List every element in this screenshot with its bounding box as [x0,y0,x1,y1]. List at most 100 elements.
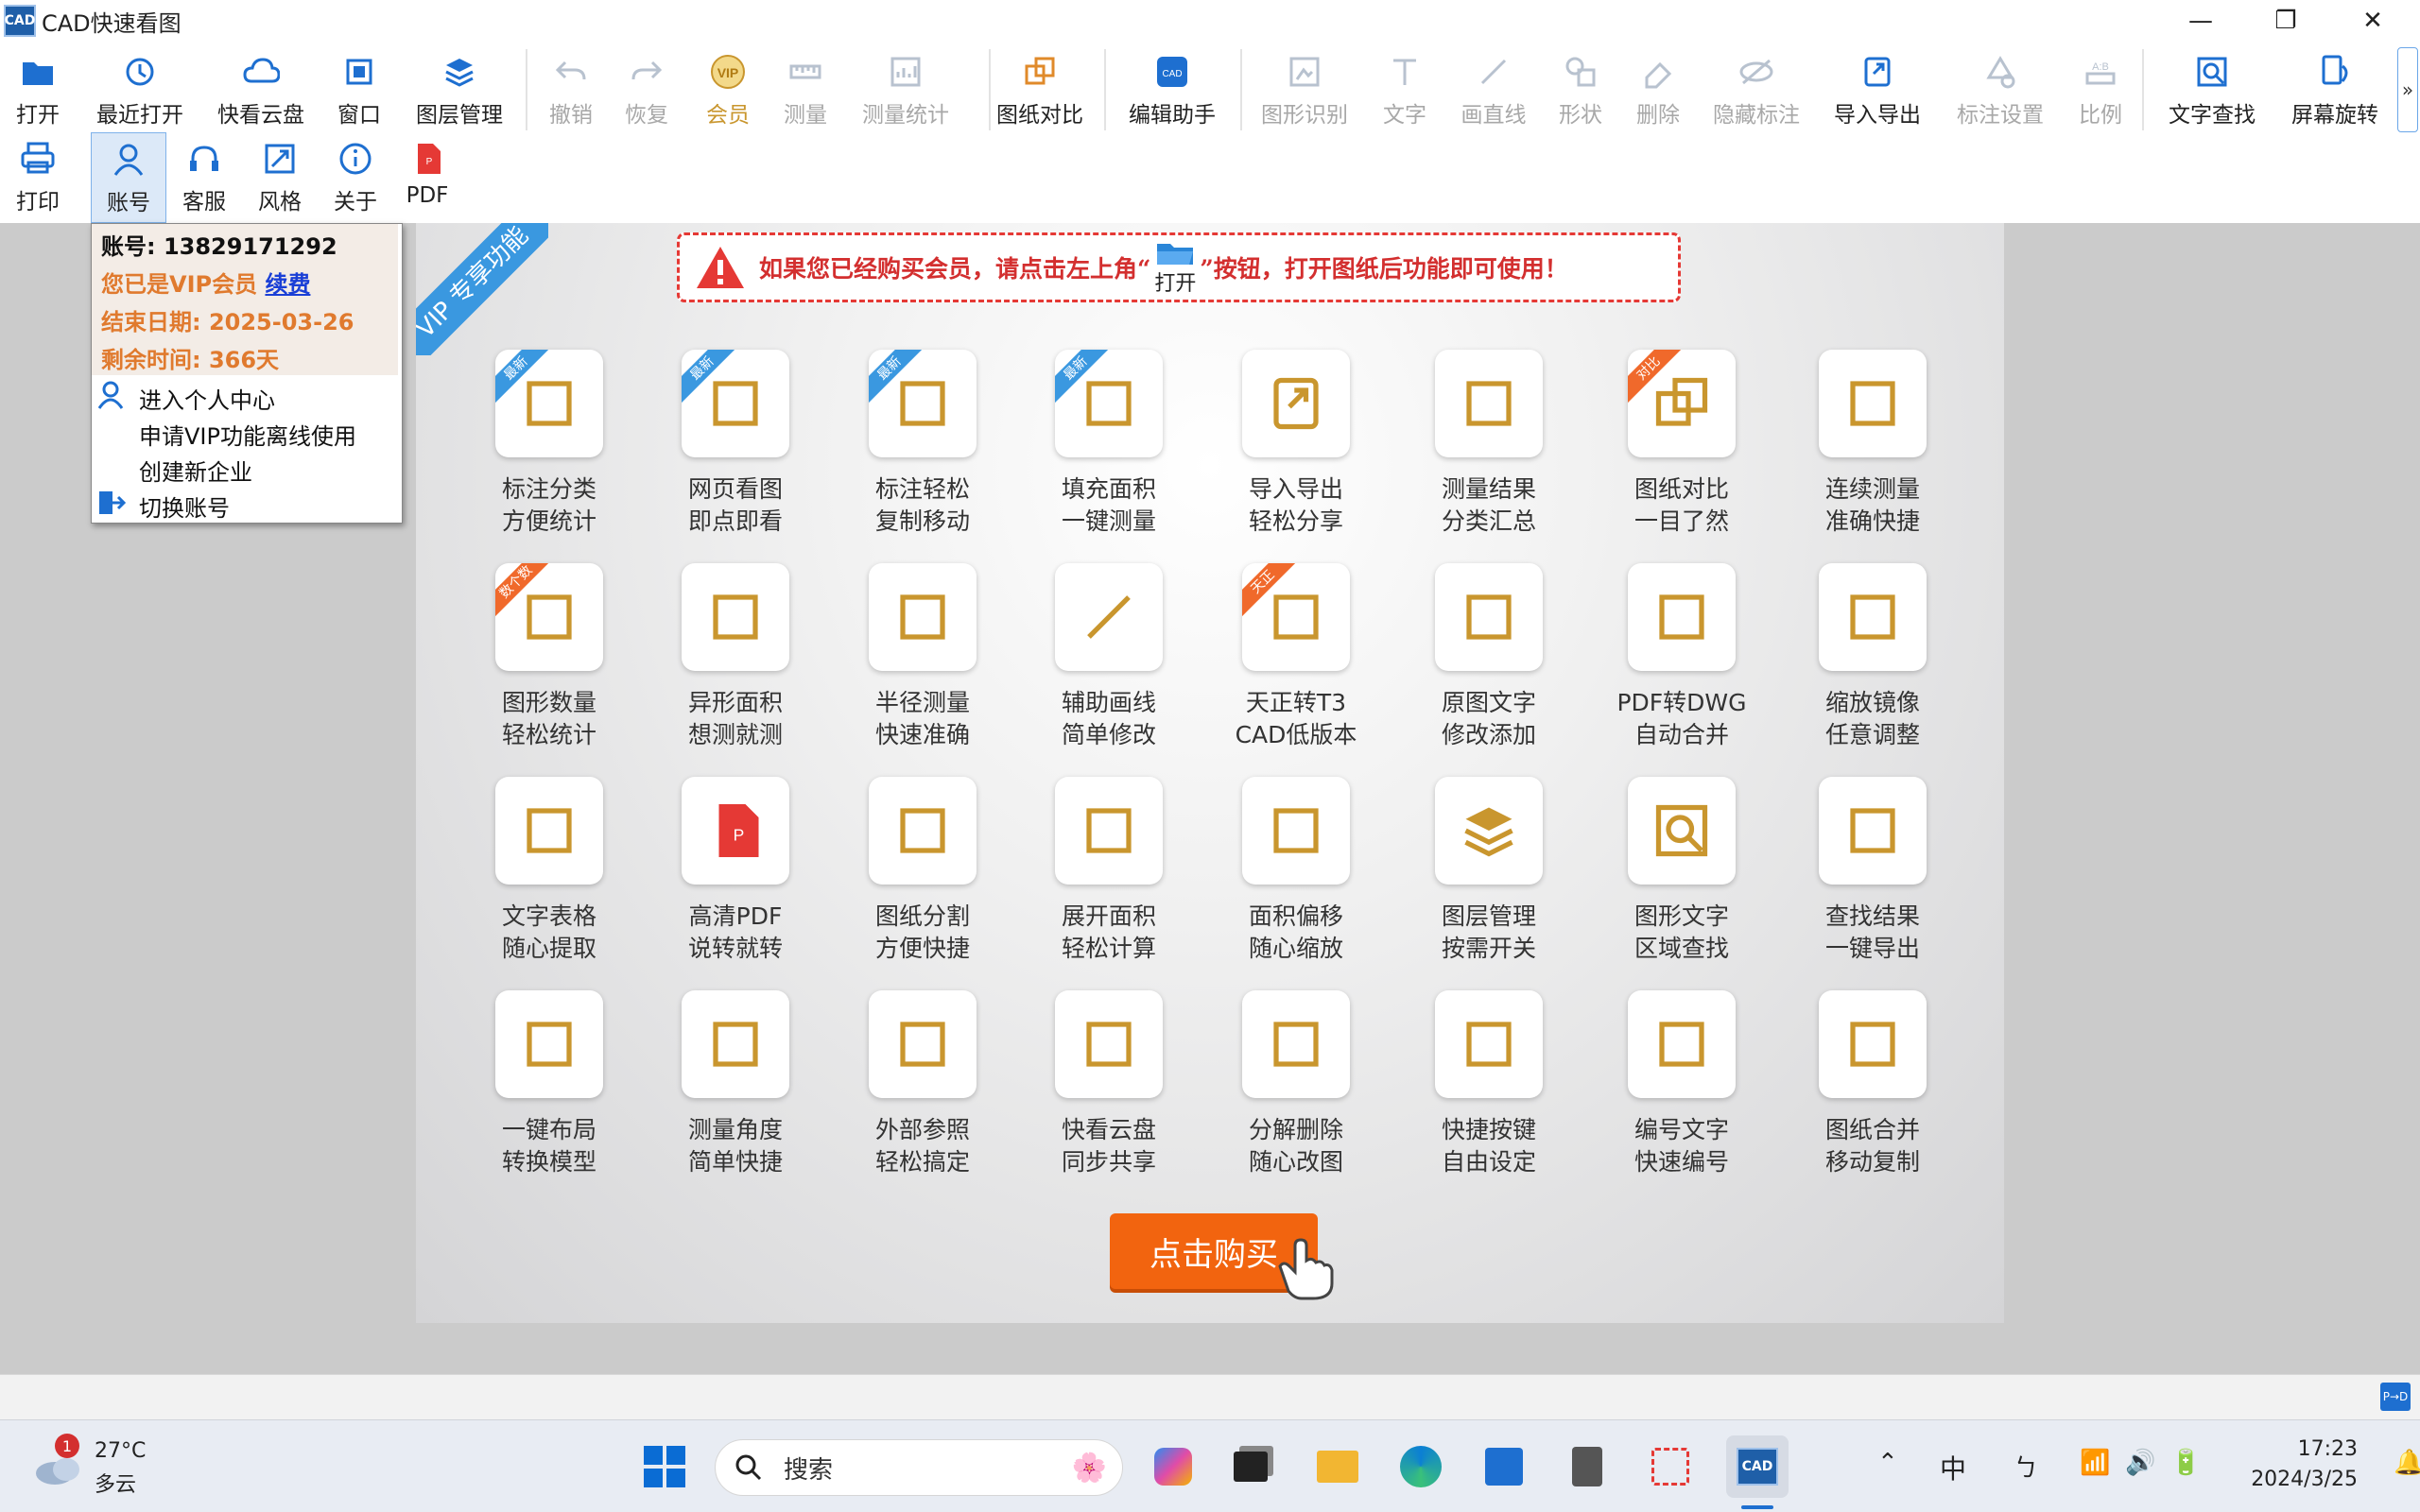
calculator-icon[interactable] [1562,1441,1613,1492]
feature-tile[interactable]: 缩放镜像 任意调整 [1792,563,1953,752]
toolbar-button-10[interactable]: 测量统计 [849,42,962,132]
snipping-tool-icon[interactable] [1645,1441,1696,1492]
toolbar-button-row2-3[interactable]: 客服 [166,132,242,223]
feature-tile[interactable]: 图层管理 按需开关 [1409,777,1569,966]
feature-tile[interactable]: 快捷按键 自由设定 [1409,990,1569,1179]
toolbar-button-row2-6[interactable]: P PDF [389,132,465,223]
svg-text:A:B: A:B [2092,61,2109,73]
toolbar-button-19[interactable]: 导入导出 [1821,42,1934,132]
taskbar-search[interactable]: 搜索 🌸 [715,1439,1123,1496]
menu-item-switch-account[interactable]: 切换账号 [92,485,402,522]
cad-app-taskbar-icon[interactable]: CAD [1726,1435,1789,1498]
feature-tile[interactable]: 一键布局 转换模型 [469,990,630,1179]
line-icon [1087,595,1131,639]
feature-tile[interactable]: 查找结果 一键导出 [1792,777,1953,966]
toolbar-button-4[interactable]: 窗口 [302,42,416,132]
feature-title: 高清PDF [688,902,783,930]
toolbar-button-23[interactable]: 屏幕旋转 [2278,42,2392,132]
feature-tile[interactable]: 图纸合并 移动复制 [1792,990,1953,1179]
ime-mode[interactable]: 中 [1940,1449,1966,1486]
toolbar-button-12[interactable]: CAD 编辑助手 [1115,42,1229,132]
toolbar-button-5[interactable]: 图层管理 [403,42,516,132]
toolbar-button-label: 窗口 [337,103,381,128]
volume-icon[interactable]: 🔊 [2125,1449,2155,1477]
toolbar-button-row2-4[interactable]: 风格 [242,132,318,223]
toolbar-button-1[interactable]: 打开 [0,42,95,132]
toolbar-button-20[interactable]: 标注设置 [1944,42,2057,132]
feature-tile[interactable]: 分解删除 随心改图 [1216,990,1376,1179]
file-explorer-icon[interactable] [1312,1441,1363,1492]
feature-icon-box [1628,990,1736,1098]
toolbar-button-2[interactable]: 最近打开 [83,42,197,132]
copilot-icon[interactable] [1148,1441,1199,1492]
ime-bopomofo[interactable]: ㄅ [2014,1449,2038,1484]
more-tools-button[interactable]: » [2397,47,2418,132]
feature-tile[interactable]: 快看云盘 同步共享 [1028,990,1189,1179]
toolbar-button-21[interactable]: A:B 比例 [2044,42,2157,132]
feature-tile[interactable]: 图形文字 区域查找 [1601,777,1762,966]
feature-tile[interactable]: 数个数 图形数量 轻松统计 [469,563,630,752]
minimize-button[interactable]: — [2163,0,2238,42]
task-view-icon[interactable] [1225,1441,1276,1492]
feature-subtitle: 快速编号 [1634,1148,1729,1176]
feature-tile[interactable]: PDF转DWG 自动合并 [1601,563,1762,752]
feature-tile[interactable]: 对比 图纸对比 一目了然 [1601,350,1762,539]
toolbar-button-row2-2[interactable]: 账号 [91,132,166,223]
toolbar-button-label: 标注设置 [1957,103,2044,128]
close-button[interactable]: ✕ [2335,0,2411,42]
feature-tile[interactable]: 最新 标注分类 方便统计 [469,350,630,539]
window-icon [340,53,378,91]
toolbar-button-11[interactable]: 图纸对比 [983,42,1097,132]
feature-tile[interactable]: 测量结果 分类汇总 [1409,350,1569,539]
battery-icon[interactable]: 🔋 [2170,1449,2201,1477]
feature-tile[interactable]: 异形面积 想测就测 [655,563,816,752]
ms-store-icon[interactable] [1478,1441,1530,1492]
pdf-to-dwg-status-icon[interactable]: P→D [2380,1383,2411,1411]
user-icon [97,381,124,409]
style-icon [261,140,299,178]
feature-tile[interactable]: 文字表格 随心提取 [469,777,630,966]
feature-tile[interactable]: 原图文字 修改添加 [1409,563,1569,752]
feature-tile[interactable]: 外部参照 轻松搞定 [842,990,1003,1179]
show-hidden-icons-chevron-icon[interactable]: ⌃ [1877,1449,1898,1477]
toolbar-button-label: 测量 [784,103,827,128]
feature-subtitle: 随心缩放 [1248,935,1343,962]
clock-time[interactable]: 17:23 [2254,1437,2358,1461]
feature-tile[interactable]: 图纸分割 方便快捷 [842,777,1003,966]
notification-bell-icon[interactable]: 🔔 [2394,1449,2420,1477]
feature-tile[interactable]: 最新 标注轻松 复制移动 [842,350,1003,539]
maximize-button[interactable]: ❐ [2248,0,2324,42]
feature-tile[interactable]: 导入导出 轻松分享 [1216,350,1376,539]
renew-link[interactable]: 续费 [265,271,310,298]
edge-browser-icon[interactable] [1395,1441,1446,1492]
separator [989,49,991,130]
toolbar-button-18[interactable]: 隐藏标注 [1700,42,1813,132]
feature-tile[interactable]: 天正 天正转T3 CAD低版本 [1216,563,1376,752]
feature-tile[interactable]: 连续测量 准确快捷 [1792,350,1953,539]
feature-tile[interactable]: 最新 网页看图 即点即看 [655,350,816,539]
feature-tile[interactable]: 辅助画线 简单修改 [1028,563,1189,752]
toolbar-button-row2-1[interactable]: 打印 [0,132,76,223]
feature-tile[interactable]: P 高清PDF 说转就转 [655,777,816,966]
feature-tile[interactable]: 测量角度 简单快捷 [655,990,816,1179]
menu-item-create-enterprise[interactable]: 创建新企业 [92,449,402,486]
toolbar-button-row2-5[interactable]: 关于 [318,132,393,223]
clock-date[interactable]: 2024/3/25 [2216,1468,2358,1491]
toolbar-button-label: 导入导出 [1834,103,1921,128]
menu-item-personal-center[interactable]: 进入个人中心 [92,377,402,414]
feature-tile[interactable]: 编号文字 快速编号 [1601,990,1762,1179]
feature-tile[interactable]: 半径测量 快速准确 [842,563,1003,752]
menu-item-offline-vip[interactable]: 申请VIP功能离线使用 [92,413,402,450]
toolbar-button-13[interactable]: 图形识别 [1248,42,1361,132]
start-button[interactable] [639,1441,690,1492]
feature-tile[interactable]: 展开面积 轻松计算 [1028,777,1189,966]
cube-icon [1086,808,1132,853]
toolbar-button-3[interactable]: 快看云盘 [204,42,318,132]
feature-tile[interactable]: 面积偏移 随心缩放 [1216,777,1376,966]
wifi-icon[interactable]: 📶 [2080,1449,2110,1477]
feature-tile[interactable]: 最新 填充面积 一键测量 [1028,350,1189,539]
toolbar-button-17[interactable]: 删除 [1601,42,1715,132]
toolbar-button-9[interactable]: 测量 [749,42,862,132]
weather-widget[interactable]: 1 27°C 多云 [28,1434,217,1500]
toolbar-button-22[interactable]: 文字查找 [2155,42,2269,132]
